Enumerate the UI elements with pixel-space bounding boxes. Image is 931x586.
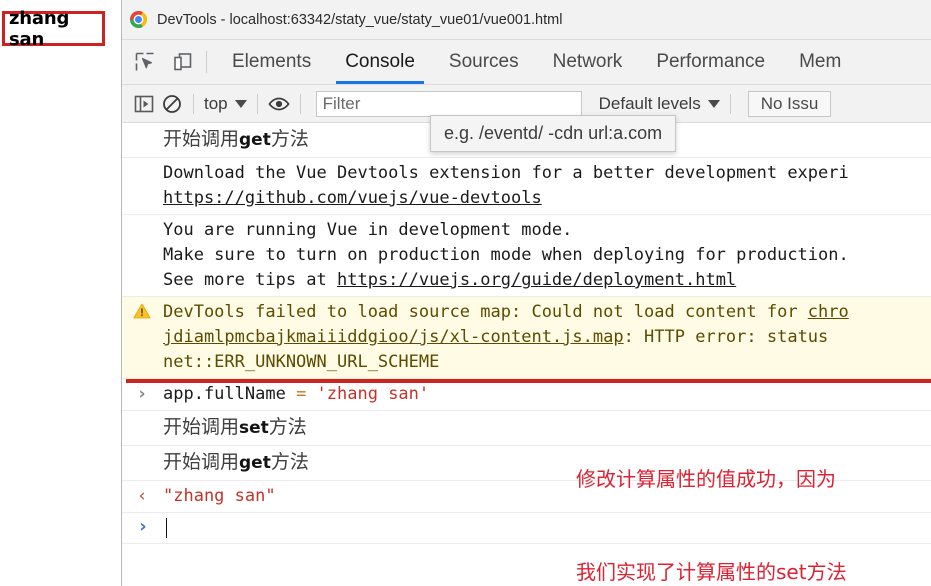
console-sidebar-icon[interactable] — [130, 90, 158, 118]
tab-elements-label: Elements — [232, 51, 312, 72]
vue-devtools-link[interactable]: https://github.com/vuejs/vue-devtools — [163, 186, 927, 211]
toolbar-divider-1 — [193, 93, 194, 114]
console-message-text: Download the Vue Devtools extension for … — [122, 161, 931, 211]
filter-input[interactable]: Filter — [315, 90, 582, 117]
web-page-area: zhang san — [0, 0, 121, 586]
log-segment-suffix: 方法 — [268, 417, 307, 438]
log-segment-suffix: 方法 — [270, 452, 309, 473]
log-segment-text: 开始调用 — [163, 129, 240, 150]
toolbar-divider-2 — [256, 93, 258, 114]
annotation-line-1: 修改计算属性的值成功，因为 — [576, 467, 836, 491]
warn-line-2: jdiamlpmcbajkmaiiiddgioo/js/xl-content.j… — [163, 325, 927, 350]
tab-console-label: Console — [345, 51, 415, 72]
tab-console[interactable]: Console — [328, 40, 432, 84]
tab-memory[interactable]: Mem — [782, 40, 858, 84]
output-arrow-icon: ‹ — [138, 486, 146, 506]
page-rendered-value: zhang san — [9, 7, 70, 50]
toolbar-divider-4 — [729, 93, 731, 114]
input-token-prop: app.fullName — [163, 384, 297, 404]
chevron-down-icon — [707, 99, 720, 108]
live-expression-eye-icon[interactable] — [265, 90, 293, 118]
execution-context-label: top — [204, 93, 228, 113]
warning-triangle-icon — [133, 303, 151, 319]
tabbar-icon-group — [122, 40, 202, 84]
console-message-warning: DevTools failed to load source map: Coul… — [122, 297, 931, 379]
tab-elements[interactable]: Elements — [215, 40, 328, 84]
log-segment-suffix: 方法 — [270, 129, 309, 150]
console-exchange-group: › app.fullName = 'zhang san' 开始调用set方法 开… — [122, 379, 931, 584]
input-token-string: 'zhang san' — [316, 384, 430, 404]
panel-tabs: Elements Console Sources Network Perform… — [215, 40, 858, 84]
prompt-text-caret — [166, 518, 167, 538]
log-levels-selector[interactable]: Default levels — [596, 94, 723, 114]
console-message-text: You are running Vue in development mode.… — [122, 218, 931, 293]
input-token-operator: = — [296, 384, 317, 404]
devtools-tabbar: Elements Console Sources Network Perform… — [122, 40, 931, 85]
tab-network[interactable]: Network — [536, 40, 640, 84]
inspect-element-icon[interactable] — [132, 49, 158, 75]
tab-memory-label: Mem — [799, 51, 842, 72]
issues-button-label: No Issu — [760, 93, 819, 113]
filter-tooltip-text: e.g. /eventd/ -cdn url:a.com — [444, 123, 663, 143]
devtools-window: DevTools - localhost:63342/staty_vue/sta… — [121, 0, 931, 586]
prompt-arrow-icon: › — [139, 516, 147, 537]
log-line-tail: See more tips at https://vuejs.org/guide… — [163, 268, 927, 293]
log-line: Make sure to turn on production mode whe… — [163, 245, 849, 265]
annotation-line-2: 我们实现了计算属性的set方法 — [576, 560, 847, 584]
log-segment-text: 开始调用 — [163, 452, 240, 473]
warn-line-1-prefix: DevTools failed to load source map: Coul… — [163, 302, 808, 322]
tab-performance[interactable]: Performance — [639, 40, 782, 84]
warn-line-3: net::ERR_UNKNOWN_URL_SCHEME — [163, 352, 440, 372]
log-segment-method: get — [239, 130, 271, 150]
log-segment-text: 开始调用 — [163, 417, 240, 438]
console-message-list[interactable]: 开始调用get方法 Download the Vue Devtools exte… — [122, 123, 931, 586]
devtools-titlebar: DevTools - localhost:63342/staty_vue/sta… — [122, 0, 931, 40]
warn-line-2-tail: : HTTP error: status — [623, 327, 839, 347]
execution-context-selector[interactable]: top — [201, 94, 250, 114]
issues-button[interactable]: No Issu — [747, 90, 832, 117]
tabbar-divider — [206, 51, 207, 73]
screenshot-root: zhang san DevTools - localhost:63342/sta… — [0, 0, 931, 586]
log-line: You are running Vue in development mode. — [163, 220, 573, 240]
clear-console-icon[interactable] — [158, 90, 186, 118]
warn-line-1: DevTools failed to load source map: Coul… — [163, 300, 927, 325]
console-message-log: Download the Vue Devtools extension for … — [122, 158, 931, 215]
filter-input-placeholder: Filter — [322, 93, 361, 113]
filter-tooltip: e.g. /eventd/ -cdn url:a.com — [430, 115, 677, 152]
log-segment-method: get — [239, 453, 271, 473]
log-segment-method: set — [239, 418, 269, 438]
tab-network-label: Network — [552, 51, 623, 72]
input-arrow-icon: › — [138, 384, 146, 404]
toolbar-divider-3 — [299, 93, 301, 114]
annotation-note: 修改计算属性的值成功，因为 我们实现了计算属性的set方法 — [576, 402, 847, 586]
console-message-log: You are running Vue in development mode.… — [122, 215, 931, 297]
log-line-tail-prefix: See more tips at — [163, 270, 337, 290]
log-line: Download the Vue Devtools extension for … — [163, 163, 849, 183]
console-toolbar: top Filter Default levels No Issu e.g. /… — [122, 85, 931, 152]
tab-sources[interactable]: Sources — [432, 40, 536, 84]
source-map-url-link-part2[interactable]: jdiamlpmcbajkmaiiiddgioo/js/xl-content.j… — [163, 327, 624, 347]
device-toolbar-icon[interactable] — [170, 49, 196, 75]
chevron-down-icon — [234, 99, 247, 108]
window-title: DevTools - localhost:63342/staty_vue/sta… — [157, 11, 563, 28]
vue-deployment-link[interactable]: https://vuejs.org/guide/deployment.html — [337, 270, 736, 290]
tab-performance-label: Performance — [656, 51, 766, 72]
chrome-logo-icon — [130, 11, 147, 28]
log-levels-label: Default levels — [598, 93, 701, 113]
page-value-highlight-box: zhang san — [2, 8, 105, 50]
source-map-url-link-part1[interactable]: chro — [808, 302, 849, 322]
tab-sources-label: Sources — [448, 51, 519, 72]
console-message-text: DevTools failed to load source map: Coul… — [122, 300, 931, 375]
